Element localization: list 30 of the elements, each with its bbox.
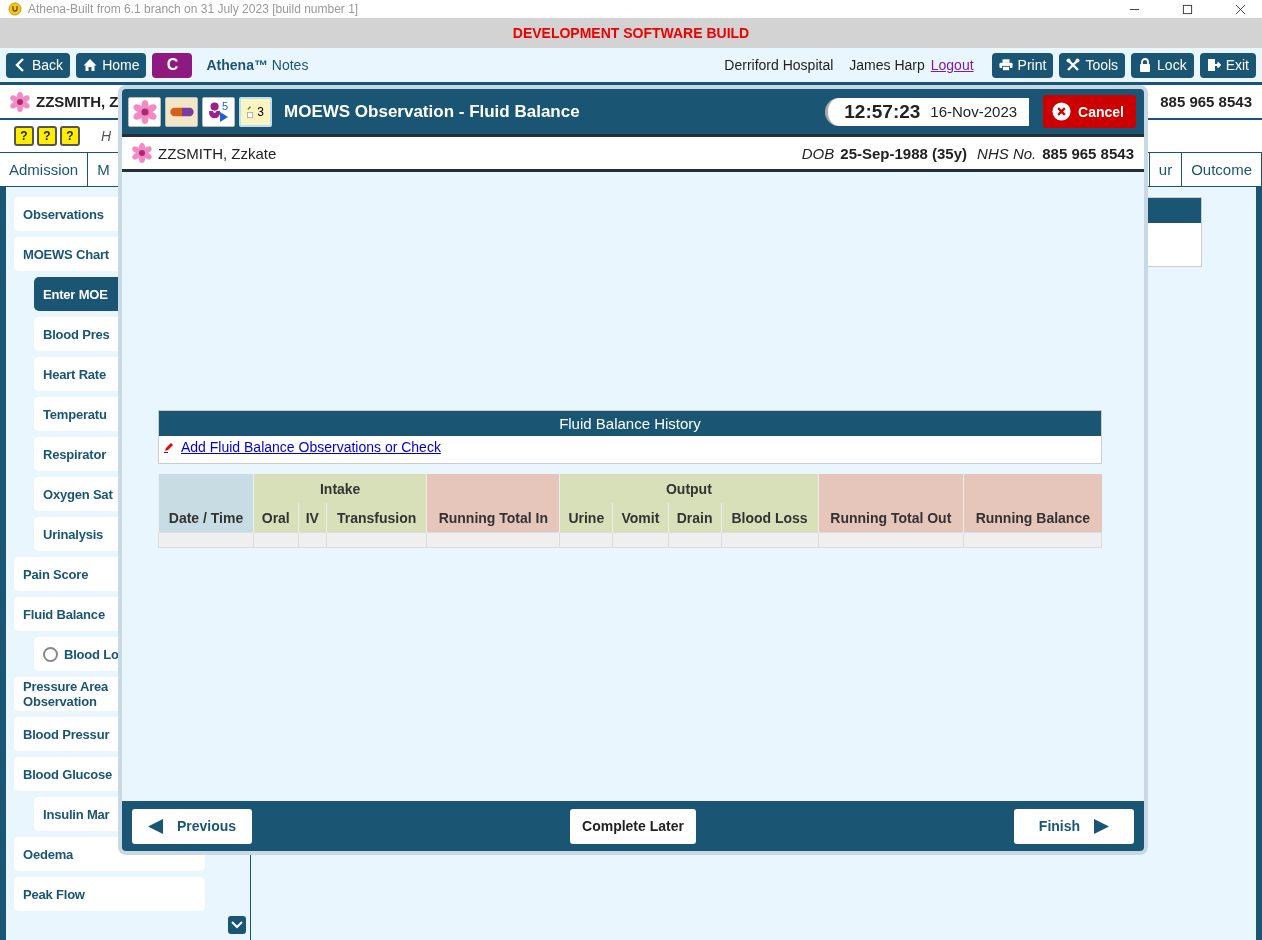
nhs-label: NHS No. [977, 144, 1037, 162]
column-header: Transfusion [326, 503, 427, 533]
column-header: Running Total Out [818, 474, 964, 533]
column-header: Running Balance [963, 474, 1102, 533]
user-name: James Harp [849, 57, 925, 73]
dialog-title: MOEWS Observation - Fluid Balance [284, 101, 580, 122]
column-header: Vomit [612, 503, 669, 533]
hospital-name: Derriford Hospital [724, 57, 834, 73]
window-title: Athena-Built from 6.1 branch on 31 July 2023 [build number 1] [28, 2, 359, 16]
brand-name: Athena™ [206, 57, 268, 73]
dob-value: 25-Sep-1988 (35y) [840, 144, 968, 162]
column-header: IV [298, 503, 327, 533]
column-header: Drain [668, 503, 722, 533]
patient-name: ZZSMITH, Zzkate [158, 144, 277, 162]
nhs-number: 885 965 8543 [1160, 93, 1252, 110]
column-group-header: Output [559, 474, 818, 503]
clock-display: 12:57:23 16-Nov-2023 [825, 97, 1030, 126]
column-header: Oral [253, 503, 299, 533]
column-group-header: Intake [253, 474, 427, 503]
nhs-number: 885 965 8543 [1042, 144, 1134, 162]
build-notice: DEVELOPMENT SOFTWARE BUILD [512, 25, 750, 41]
panel-header: Fluid Balance History [159, 411, 1101, 436]
column-header: Running Total In [426, 474, 560, 533]
alert-note: H [101, 128, 112, 144]
patient-name: ZZSMITH, Z [36, 93, 119, 110]
column-header: Urine [559, 503, 613, 533]
brand-suffix: Notes [271, 57, 309, 73]
column-header: Blood Loss [721, 503, 818, 533]
dob-label: DOB [801, 144, 835, 162]
column-header: Date / Time [158, 474, 254, 533]
